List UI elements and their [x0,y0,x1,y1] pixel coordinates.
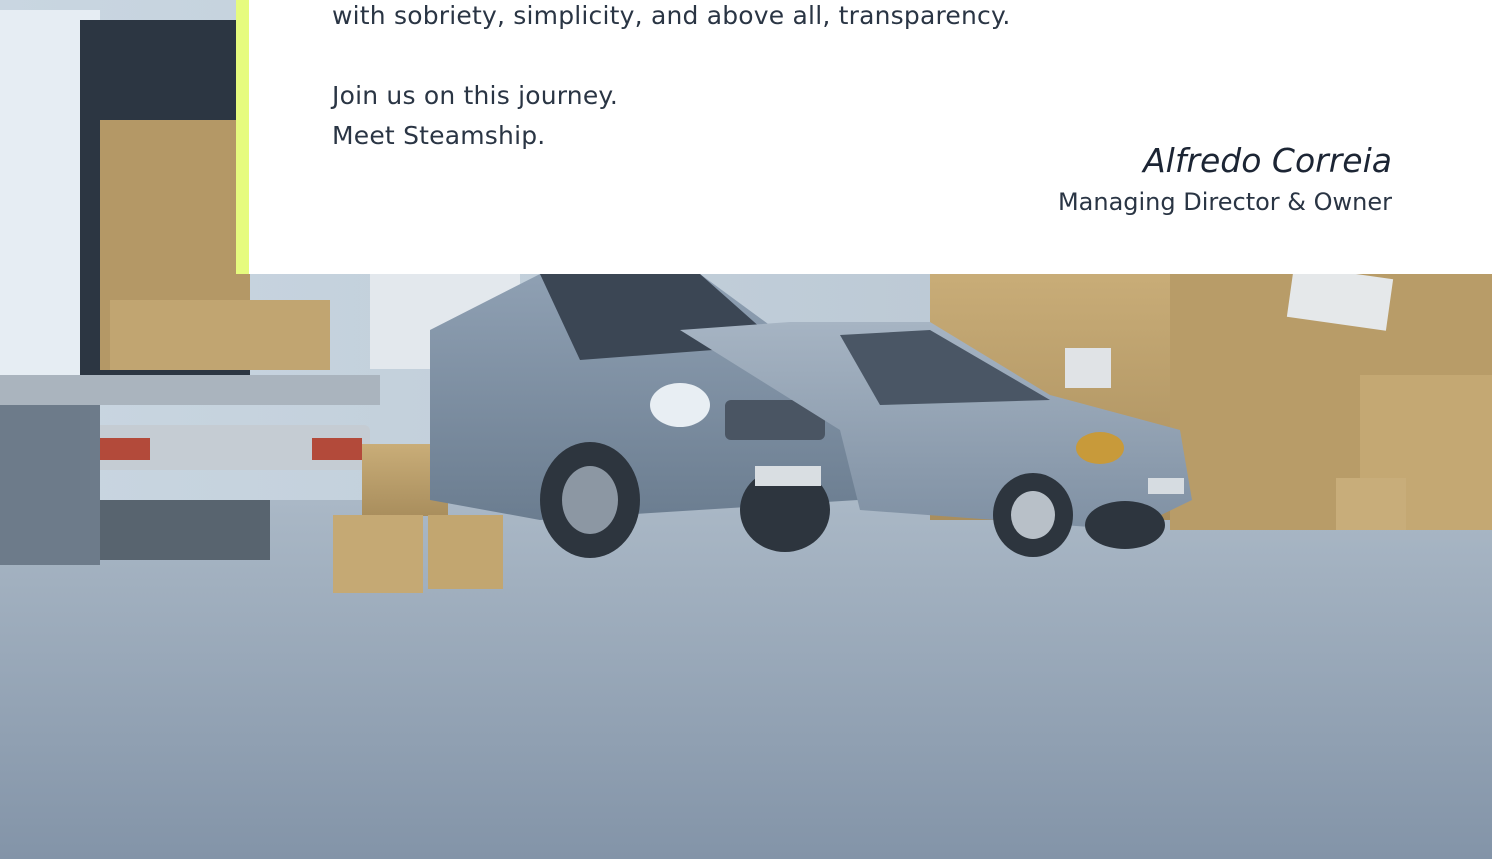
quote-text-join: Join us on this journey. [332,81,619,110]
author-role: Managing Director & Owner [1057,188,1392,216]
author-name: Alfredo Correia [1143,141,1392,180]
quote-text-meet: Meet Steamship. [332,121,546,150]
quote-text-transparency: with sobriety, simplicity, and above all… [332,1,1011,30]
founder-quote-card: with sobriety, simplicity, and above all… [236,0,1492,274]
accent-bar [236,0,249,274]
